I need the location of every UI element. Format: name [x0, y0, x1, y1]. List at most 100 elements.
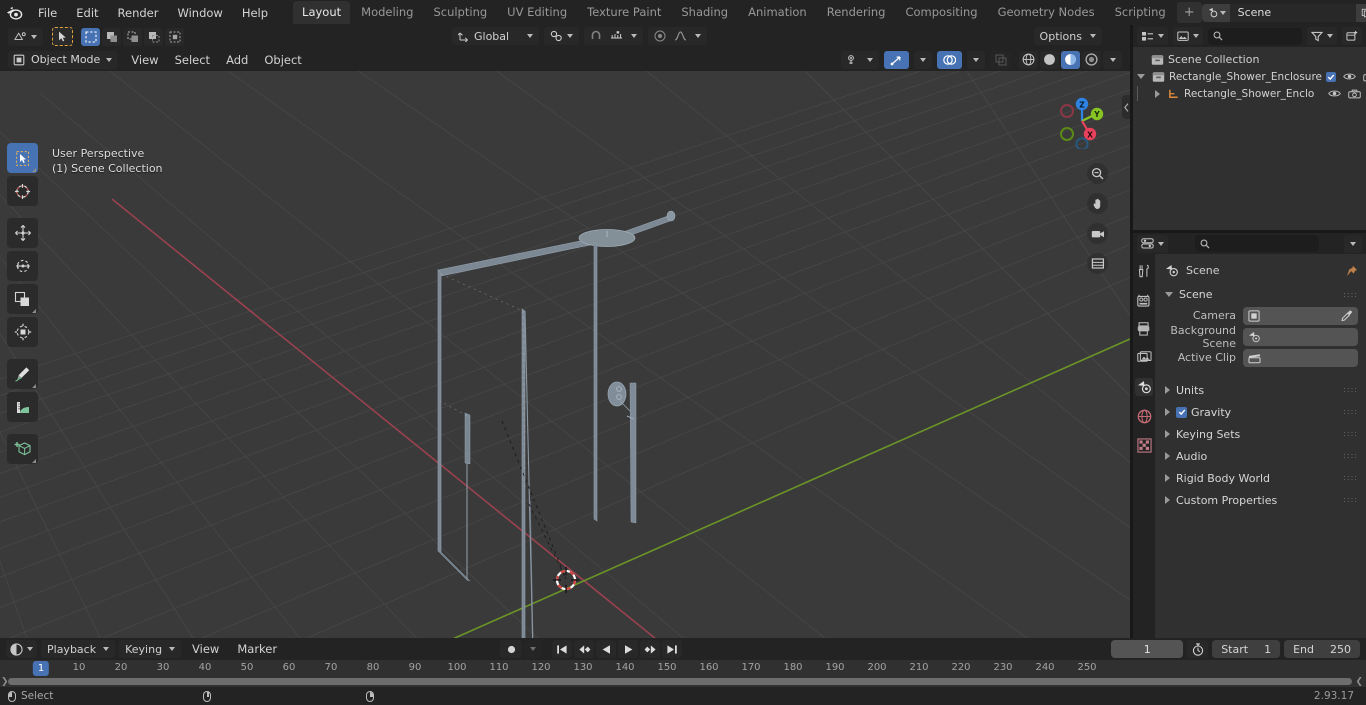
eyedropper-icon[interactable]: [1341, 310, 1353, 322]
viewport-menu-object[interactable]: Object: [257, 51, 308, 69]
jump-to-start-icon[interactable]: [552, 640, 573, 658]
disclosure-triangle-down-icon[interactable]: [1137, 74, 1145, 79]
pin-icon[interactable]: [1346, 265, 1358, 277]
gravity-checkbox[interactable]: [1176, 406, 1187, 418]
workspace-tab-uv-editing[interactable]: UV Editing: [498, 1, 576, 24]
scene-name[interactable]: Scene: [1229, 3, 1356, 22]
wireframe-icon[interactable]: [1019, 50, 1038, 69]
material-preview-icon[interactable]: [1061, 50, 1080, 69]
viewport-menu-select[interactable]: Select: [168, 51, 217, 69]
scene-icon[interactable]: [1201, 3, 1230, 22]
navigation-gizmo[interactable]: Z Y X: [1052, 89, 1112, 149]
tweak-cursor-icon[interactable]: [52, 27, 73, 46]
properties-panel-scene-header[interactable]: Scene ::::: [1155, 285, 1366, 304]
workspace-tab-geometry-nodes[interactable]: Geometry Nodes: [989, 1, 1104, 24]
select-invert-icon[interactable]: [144, 27, 163, 46]
select-extend-icon[interactable]: [102, 27, 121, 46]
tool-measure[interactable]: [7, 392, 38, 422]
rendered-icon[interactable]: [1082, 50, 1101, 69]
tool-add-cube[interactable]: [7, 434, 38, 464]
tool-move[interactable]: [7, 218, 38, 248]
menu-window[interactable]: Window: [168, 3, 231, 23]
workspace-tab-texture-paint[interactable]: Texture Paint: [578, 1, 670, 24]
orthographic-icon[interactable]: [1087, 253, 1108, 274]
menu-edit[interactable]: Edit: [67, 3, 107, 23]
tool-transform[interactable]: [7, 317, 38, 347]
disclosure-triangle-right-icon[interactable]: [1155, 89, 1160, 98]
scroll-right-arrow-icon[interactable]: ❮: [1355, 677, 1363, 687]
tool-tweak[interactable]: [7, 143, 38, 173]
new-collection-icon[interactable]: [1342, 27, 1362, 45]
properties-tab-world[interactable]: [1135, 407, 1153, 425]
outliner-filter-id-icon[interactable]: [1173, 27, 1203, 45]
outliner-row-scene-collection[interactable]: Scene Collection: [1133, 51, 1366, 68]
timeline-menu-view[interactable]: View: [185, 640, 226, 658]
select-box-icon[interactable]: [81, 27, 100, 46]
pan-hand-icon[interactable]: [1087, 193, 1108, 214]
collection-exclude-checkbox[interactable]: [1326, 71, 1336, 82]
workspace-tab-animation[interactable]: Animation: [739, 1, 816, 24]
outliner-filter-icon[interactable]: [1307, 27, 1337, 45]
properties-panel-gravity[interactable]: Gravity ::::: [1155, 401, 1366, 423]
tool-scale[interactable]: [7, 284, 38, 314]
workspace-tab-rendering[interactable]: Rendering: [818, 1, 895, 24]
outliner-search-input[interactable]: [1208, 27, 1302, 45]
properties-panel-rigid-body-world[interactable]: Rigid Body World ::::: [1155, 467, 1366, 489]
eye-icon[interactable]: [1343, 72, 1356, 81]
properties-panel-custom-properties[interactable]: Custom Properties ::::: [1155, 489, 1366, 511]
properties-panel-keying-sets[interactable]: Keying Sets ::::: [1155, 423, 1366, 445]
workspace-tab-layout[interactable]: Layout: [293, 1, 351, 24]
properties-panel-audio[interactable]: Audio ::::: [1155, 445, 1366, 467]
add-workspace-button[interactable]: +: [1176, 2, 1202, 23]
frame-start-field[interactable]: Start 1: [1212, 640, 1281, 658]
zoom-icon[interactable]: [1087, 163, 1108, 184]
workspace-tab-modeling[interactable]: Modeling: [352, 1, 422, 24]
outliner-display-mode-icon[interactable]: [1137, 27, 1168, 45]
menu-render[interactable]: Render: [109, 3, 168, 23]
viewport-canvas[interactable]: User Perspective (1) Scene Collection Z …: [0, 71, 1130, 638]
timeline-editor-icon[interactable]: [6, 640, 37, 658]
properties-tab-scene[interactable]: [1135, 378, 1153, 396]
properties-search-input[interactable]: [1195, 235, 1319, 252]
timeline-menu-keying[interactable]: Keying: [119, 640, 182, 658]
timeline-horizontal-scrollbar[interactable]: [8, 678, 1352, 685]
jump-prev-keyframe-icon[interactable]: [574, 640, 595, 658]
menu-file[interactable]: File: [29, 3, 66, 23]
tool-rotate[interactable]: [7, 251, 38, 281]
properties-editor-icon[interactable]: [1137, 234, 1168, 253]
property-input-active-clip[interactable]: [1243, 348, 1358, 367]
viewport-menu-view[interactable]: View: [124, 51, 165, 69]
new-scene-icon[interactable]: [1355, 3, 1366, 22]
workspace-tab-scripting[interactable]: Scripting: [1106, 1, 1175, 24]
gizmo-dropdown[interactable]: [914, 50, 932, 69]
properties-tab-render[interactable]: [1135, 291, 1153, 309]
viewport-menu-add[interactable]: Add: [219, 51, 255, 69]
properties-options-dropdown[interactable]: [1344, 234, 1362, 253]
property-input-background-scene[interactable]: [1243, 327, 1358, 346]
properties-tab-view-layer[interactable]: [1135, 349, 1153, 367]
workspace-tab-compositing[interactable]: Compositing: [896, 1, 986, 24]
outliner-row-rectangle-shower-enclo[interactable]: Rectangle_Shower_Enclo: [1133, 85, 1366, 102]
workspace-tab-shading[interactable]: Shading: [672, 1, 737, 24]
jump-to-end-icon[interactable]: [662, 640, 683, 658]
workspace-tab-sculpting[interactable]: Sculpting: [424, 1, 496, 24]
sidebar-toggle-arrow[interactable]: [1122, 95, 1130, 119]
object-visibility-dropdown[interactable]: [841, 50, 879, 69]
record-dropdown[interactable]: [524, 640, 543, 658]
options-dropdown[interactable]: Options: [1033, 27, 1102, 45]
transform-orientation-dropdown[interactable]: Global: [452, 27, 540, 45]
editor-type-3dview-icon[interactable]: [8, 27, 43, 46]
tool-cursor[interactable]: [7, 176, 38, 206]
proportional-editing-group[interactable]: [648, 27, 708, 45]
properties-tab-tool[interactable]: [1135, 262, 1153, 280]
gizmo-toggle[interactable]: [884, 50, 909, 69]
solid-icon[interactable]: [1040, 50, 1059, 69]
menu-help[interactable]: Help: [233, 3, 277, 23]
xray-icon[interactable]: [990, 50, 1011, 69]
timeline-menu-marker[interactable]: Marker: [230, 640, 284, 658]
properties-tab-texture[interactable]: [1135, 436, 1153, 454]
blender-logo-icon[interactable]: [6, 3, 23, 23]
properties-tab-output[interactable]: [1135, 320, 1153, 338]
properties-panel-units[interactable]: Units ::::: [1155, 379, 1366, 401]
overlays-dropdown[interactable]: [967, 50, 985, 69]
